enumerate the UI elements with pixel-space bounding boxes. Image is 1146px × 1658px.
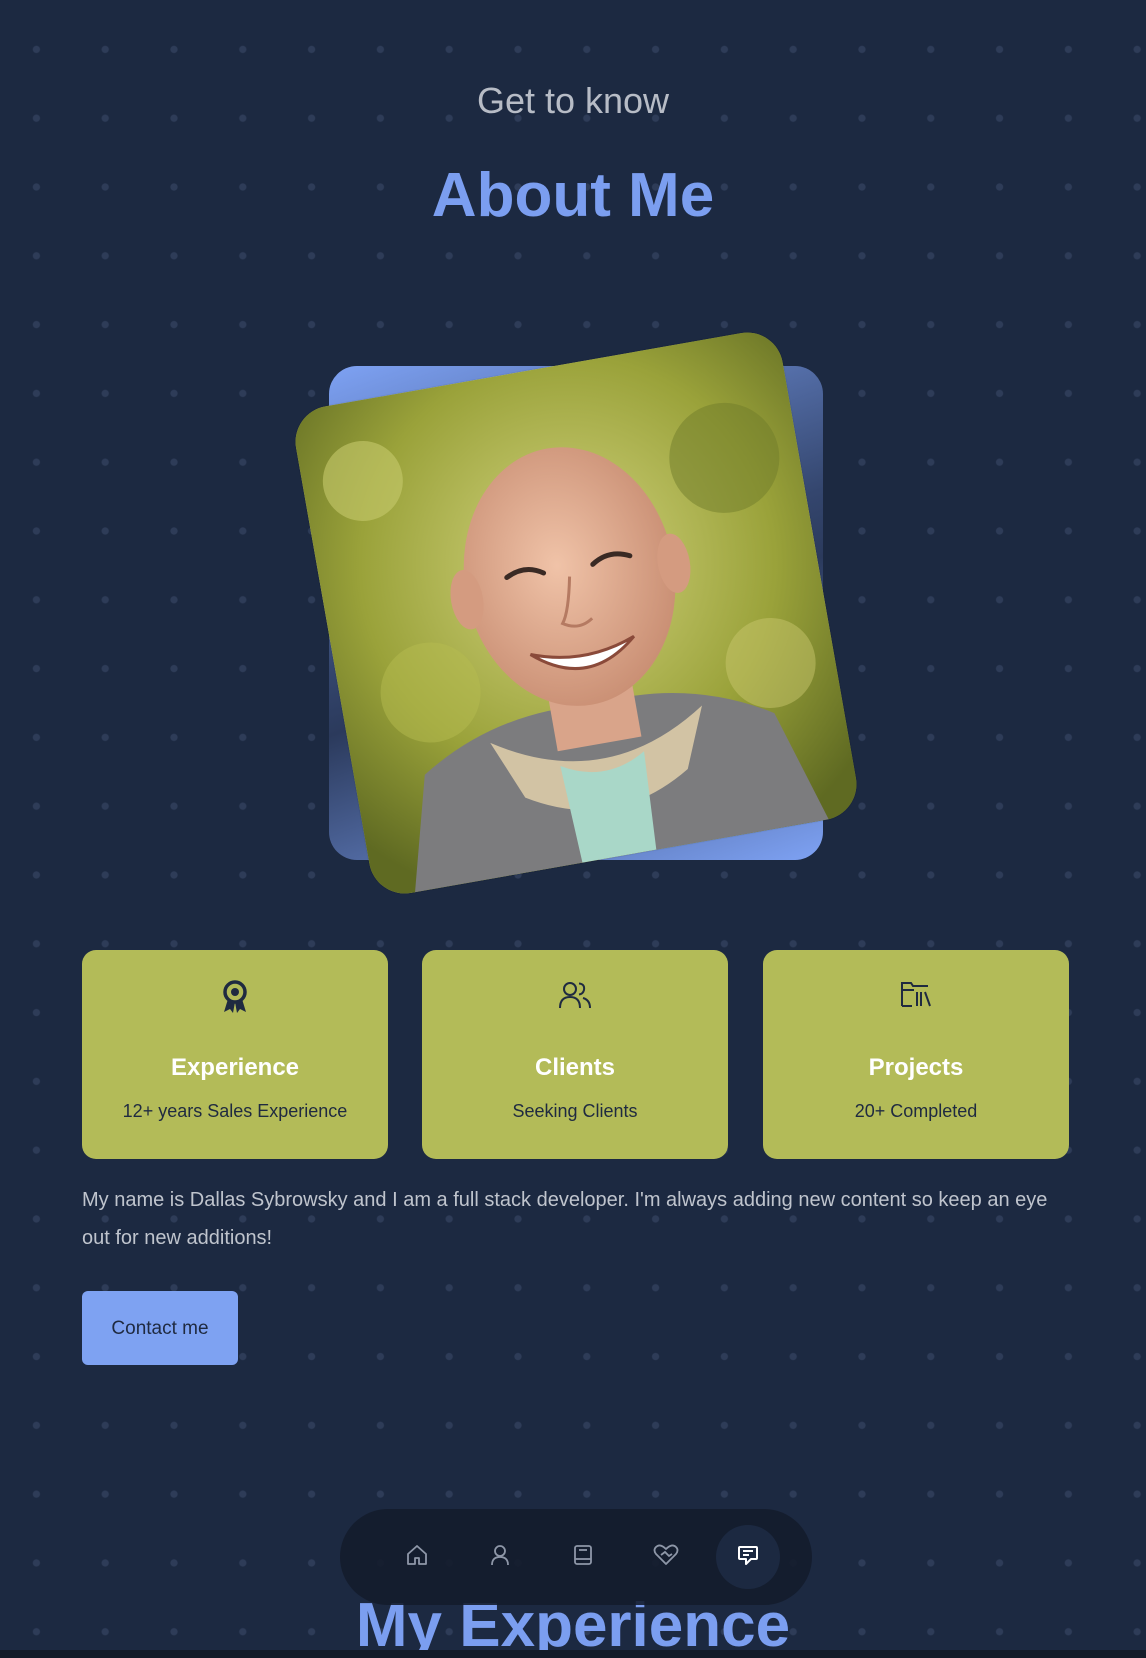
book-icon [571,1543,595,1572]
users-icon [422,980,728,1016]
contact-button[interactable]: Contact me [82,1291,238,1365]
nav-contact[interactable] [716,1525,780,1589]
section-subtitle: Get to know [476,80,670,121]
card-title: Clients [534,1054,615,1081]
nav-about[interactable] [476,1533,524,1581]
handshake-heart-icon [653,1543,679,1572]
card-value: 12+ years Sales Experience [122,1101,348,1121]
bio-text: My name is Dallas Sybrowsky and I am a f… [82,1189,1048,1249]
user-icon [488,1543,512,1572]
page-bottom-edge [0,1650,1146,1658]
card-experience: Experience 12+ years Sales Experience [82,950,388,1159]
card-value: Seeking Clients [512,1101,638,1121]
folder-library-icon [763,980,1069,1016]
award-icon [82,980,388,1016]
card-title: Projects [868,1054,964,1081]
card-clients: Clients Seeking Clients [422,950,728,1159]
home-icon [405,1543,429,1572]
nav-experience[interactable] [559,1533,607,1581]
section-title: About Me [431,161,715,230]
card-projects: Projects 20+ Completed [763,950,1069,1159]
nav-home[interactable] [393,1533,441,1581]
card-title: Experience [170,1054,300,1081]
bottom-nav [340,1509,812,1605]
card-value: 20+ Completed [854,1101,978,1121]
profile-photo [289,326,863,900]
message-icon [736,1543,760,1572]
nav-services[interactable] [642,1533,690,1581]
